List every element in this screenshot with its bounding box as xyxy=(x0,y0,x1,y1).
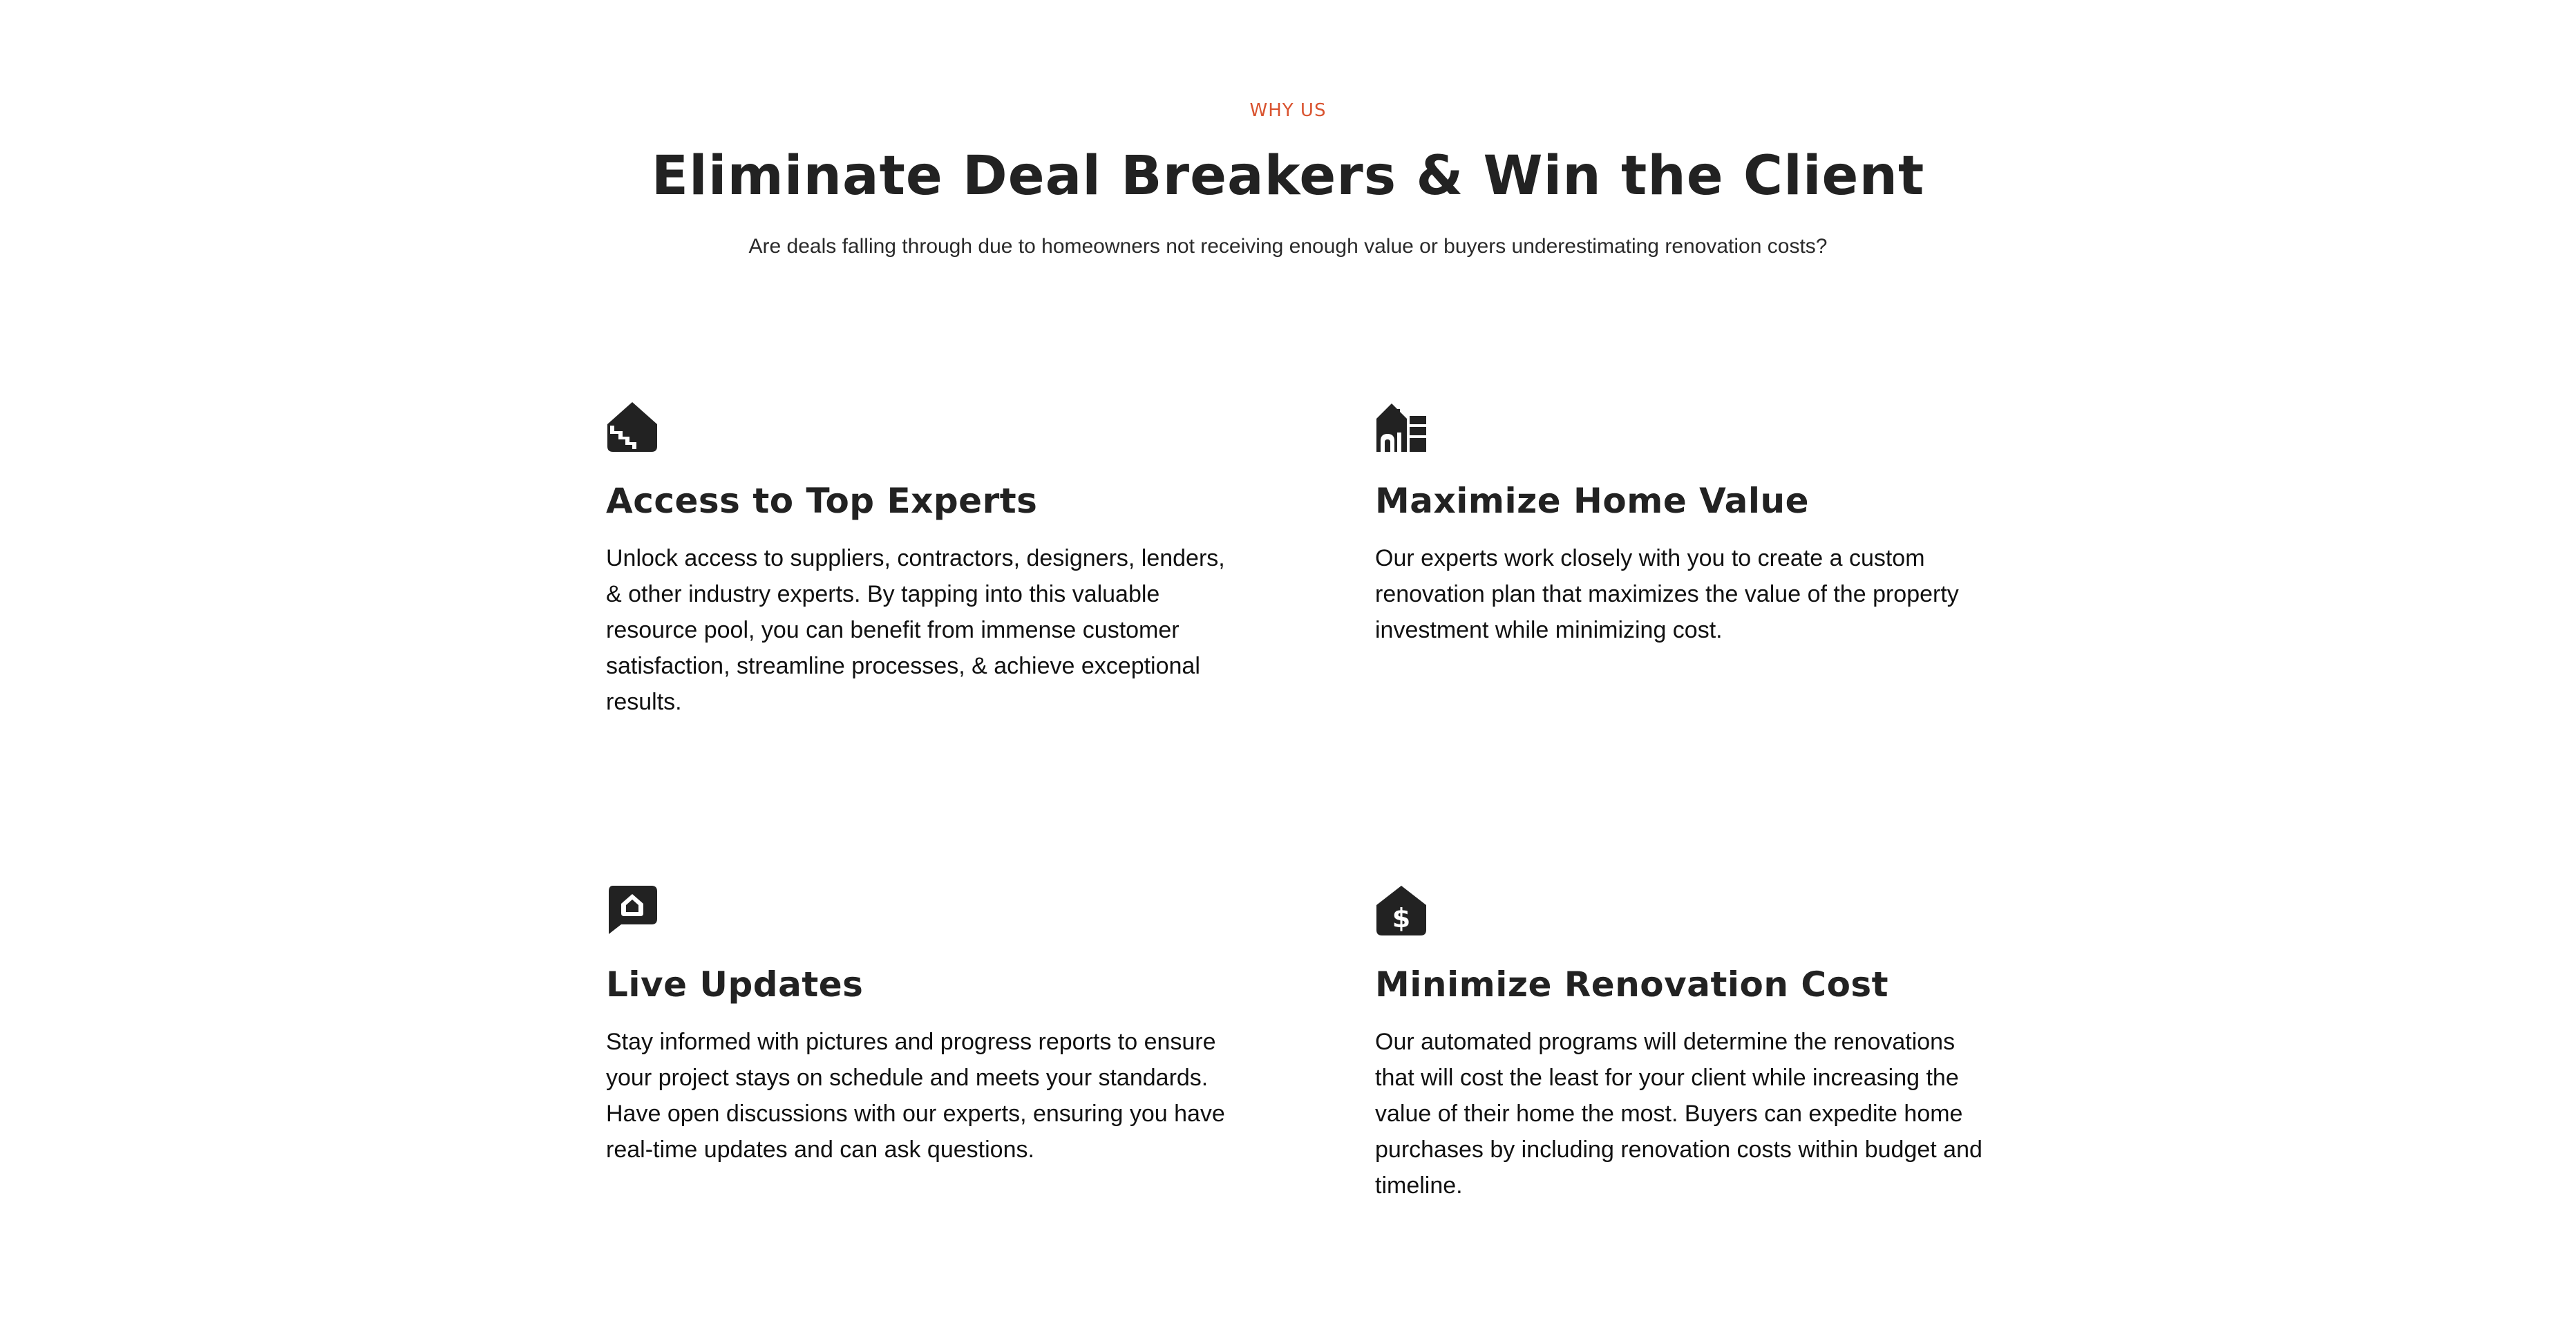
feature-title: Live Updates xyxy=(606,964,864,1005)
feature-description: Our automated programs will determine th… xyxy=(1375,1029,1982,1199)
feature-title: Maximize Home Value xyxy=(1375,481,1810,521)
house-building-icon xyxy=(1375,401,1997,453)
house-dollar-icon: $ xyxy=(1375,884,1997,937)
feature-card-top-experts: Access to Top Experts Unlock access to s… xyxy=(606,401,1228,715)
chat-house-icon xyxy=(606,884,1228,937)
feature-card-home-value: Maximize Home Value Our experts work clo… xyxy=(1375,401,1997,643)
feature-description: Our experts work closely with you to cre… xyxy=(1375,545,1959,643)
svg-text:$: $ xyxy=(1392,903,1410,933)
feature-card-live-updates: Live Updates Stay informed with pictures… xyxy=(606,884,1228,1163)
section-title: Eliminate Deal Breakers & Win the Client xyxy=(651,145,1925,207)
feature-title: Access to Top Experts xyxy=(606,481,1038,521)
feature-description: Stay informed with pictures and progress… xyxy=(606,1029,1225,1163)
why-us-section: WHY US Eliminate Deal Breakers & Win the… xyxy=(0,0,2576,1321)
section-eyebrow: WHY US xyxy=(1249,100,1327,121)
feature-card-renovation-cost: $ Minimize Renovation Cost Our automated… xyxy=(1375,884,1997,1199)
feature-description: Unlock access to suppliers, contractors,… xyxy=(606,545,1225,715)
house-stairs-icon xyxy=(606,401,1228,453)
feature-title: Minimize Renovation Cost xyxy=(1375,964,1889,1005)
section-subtitle: Are deals falling through due to homeown… xyxy=(748,235,1828,258)
